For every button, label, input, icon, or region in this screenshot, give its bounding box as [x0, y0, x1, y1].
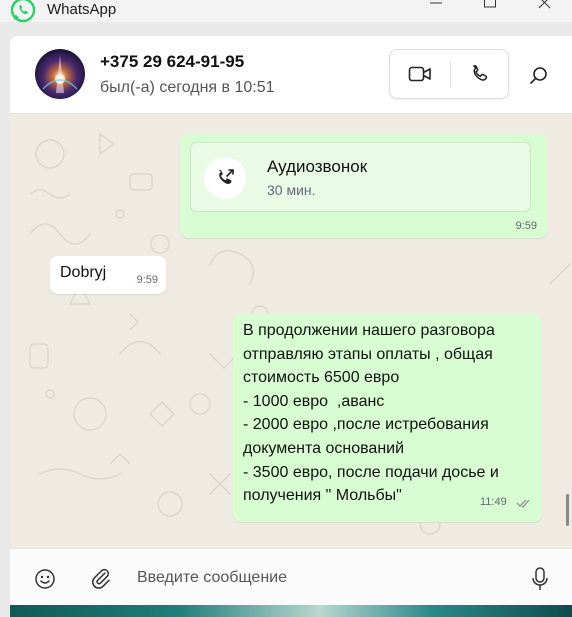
video-call-button[interactable] [390, 50, 450, 98]
attach-icon[interactable] [89, 566, 113, 590]
message-time: 11:49 [480, 496, 507, 508]
close-icon[interactable] [533, 0, 557, 18]
double-check-icon [516, 499, 530, 508]
message-time: 9:59 [515, 220, 537, 232]
message-line: отправляю этапы оплаты , общая [243, 345, 493, 363]
emoji-icon[interactable] [33, 567, 57, 591]
contact-avatar[interactable] [35, 49, 85, 99]
call-duration: 30 мин. [267, 182, 316, 198]
incoming-message-bubble[interactable]: Dobryj 9:59 [50, 256, 166, 294]
message-time: 9:59 [136, 274, 158, 286]
voice-call-icon [472, 64, 488, 81]
message-line: - 1000 евро ,аванс [243, 392, 385, 410]
message-line: получения " Мольбы" [243, 487, 402, 505]
title-bar: WhatsApp [0, 0, 572, 23]
message-line: стоимость 6500 евро [243, 369, 400, 387]
message-line: В продолжении нашего разговора [243, 322, 495, 339]
desktop-background [10, 605, 572, 617]
call-message-bubble[interactable]: Аудиозвонок 30 мин. 9:59 [180, 134, 547, 238]
chat-header: +375 29 624-91-95 был(-а) сегодня в 10:5… [10, 36, 572, 114]
call-card[interactable]: Аудиозвонок 30 мин. [190, 142, 531, 212]
message-text: Dobryj [60, 264, 107, 281]
call-buttons-group [389, 49, 509, 99]
contact-name[interactable]: +375 29 624-91-95 [100, 52, 244, 72]
message-input[interactable] [137, 562, 507, 594]
message-list[interactable]: Аудиозвонок 30 мин. 9:59 Dobryj 9:59 В п… [10, 114, 572, 548]
chat-window: +375 29 624-91-95 был(-а) сегодня в 10:5… [10, 36, 572, 617]
contact-last-seen: был(-а) сегодня в 10:51 [100, 79, 275, 96]
message-text: В продолжении нашего разговора отправляю… [243, 319, 499, 508]
microphone-icon[interactable] [528, 566, 552, 592]
call-icon-circle [204, 157, 246, 199]
scrollbar-thumb[interactable] [566, 494, 569, 526]
outgoing-message-bubble[interactable]: В продолжении нашего разговора отправляю… [233, 314, 542, 522]
search-icon [530, 67, 547, 84]
message-line: - 3500 евро, после подачи досье и [243, 463, 499, 481]
outgoing-call-icon [219, 169, 234, 184]
call-title: Аудиозвонок [267, 157, 368, 176]
message-line: документа оснований [243, 439, 405, 457]
message-line: - 2000 евро ,после истребования [243, 416, 489, 434]
voice-call-button[interactable] [450, 50, 508, 98]
maximize-icon[interactable] [478, 0, 502, 18]
search-button[interactable] [525, 62, 553, 90]
minimize-icon[interactable] [424, 0, 448, 18]
video-call-icon [408, 66, 431, 82]
whatsapp-logo-icon [10, 0, 36, 23]
app-title: WhatsApp [47, 1, 117, 18]
